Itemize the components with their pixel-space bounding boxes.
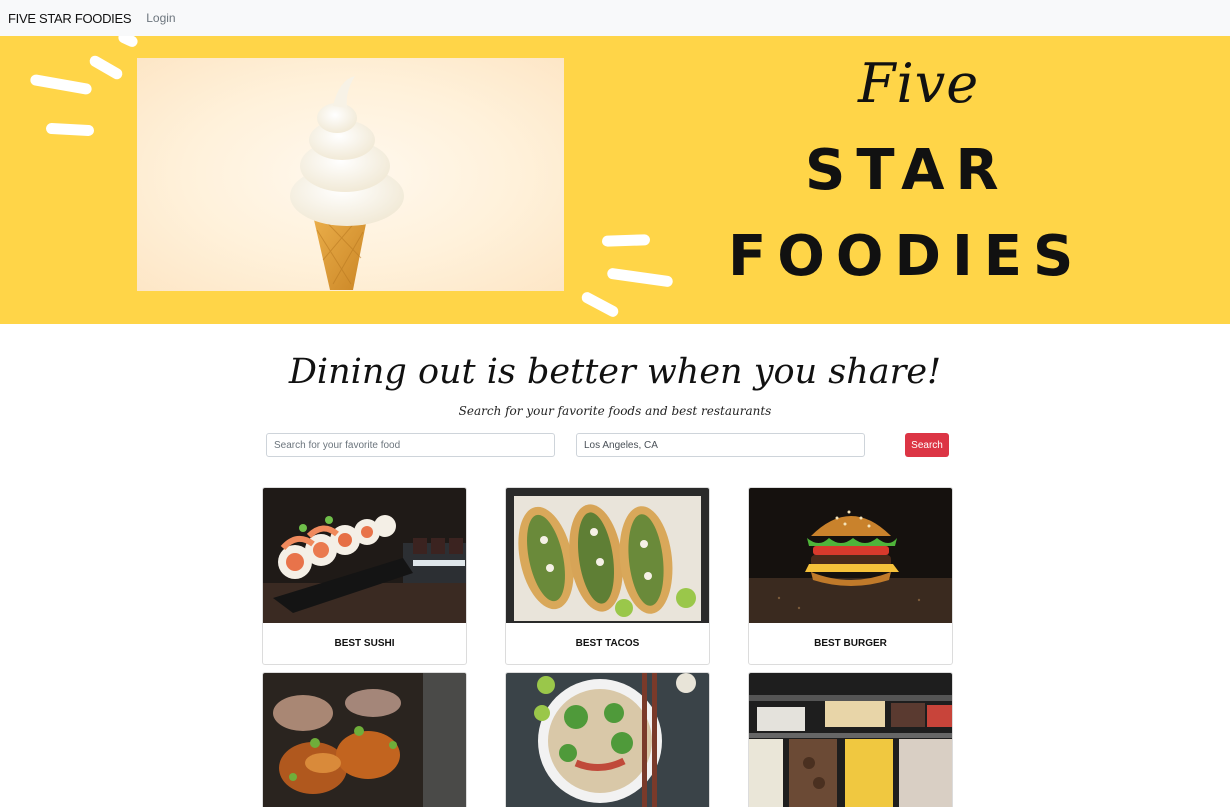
brush-stroke [116, 36, 140, 49]
gelato-photo [749, 673, 952, 807]
ice-cream-photo [137, 58, 564, 291]
pho-photo [506, 673, 709, 807]
brush-stroke [606, 267, 674, 288]
brush-stroke [601, 234, 651, 247]
brush-stroke [87, 53, 125, 82]
navbar: FIVE STAR FOODIES Login [0, 0, 1230, 36]
search-button[interactable]: Search [905, 433, 949, 457]
food-card-kebab[interactable] [262, 672, 467, 807]
hero-title-line1: STAR [805, 138, 1010, 203]
food-card-burger[interactable]: BEST BURGER [748, 487, 953, 665]
food-search-input[interactable] [266, 433, 555, 457]
card-title: BEST TACOS [575, 637, 640, 649]
page-headline: Dining out is better when you share! [288, 352, 942, 392]
page-subheadline: Search for your favorite foods and best … [458, 404, 772, 418]
login-link[interactable]: Login [146, 11, 175, 25]
brand-link[interactable]: FIVE STAR FOODIES [8, 11, 132, 26]
location-input[interactable] [576, 433, 865, 457]
card-title: BEST SUSHI [334, 637, 395, 649]
hero-banner: Five STAR FOODIES [0, 36, 1230, 324]
brush-stroke [579, 290, 621, 319]
burger-photo [749, 488, 952, 623]
kebab-photo [263, 673, 466, 807]
sushi-photo [263, 488, 466, 623]
hero-script-word: Five [858, 52, 980, 115]
brush-stroke [45, 122, 95, 137]
food-card-gelato[interactable] [748, 672, 953, 807]
food-card-sushi[interactable]: BEST SUSHI [262, 487, 467, 665]
tacos-photo [506, 488, 709, 623]
brush-stroke [29, 73, 93, 96]
hero-title-line2: FOODIES [728, 224, 1085, 289]
food-card-tacos[interactable]: BEST TACOS [505, 487, 710, 665]
card-title: BEST BURGER [814, 637, 887, 649]
food-card-pho[interactable] [505, 672, 710, 807]
